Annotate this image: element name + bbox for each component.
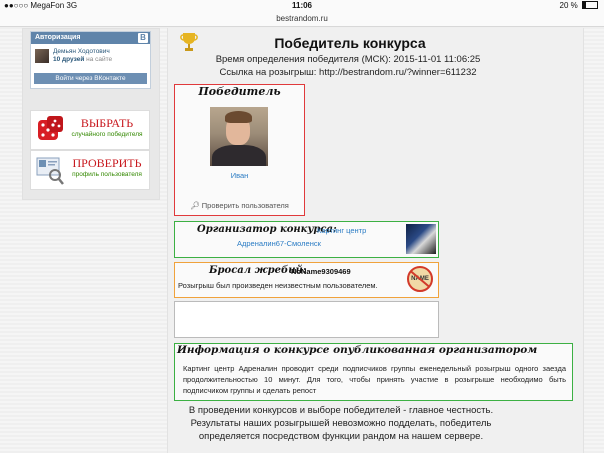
vk-logo-icon: B bbox=[138, 33, 148, 43]
vk-user-row[interactable]: Демьян Ходотович 10 друзей на сайте bbox=[31, 44, 150, 69]
trophy-icon bbox=[180, 33, 198, 51]
check-profile-button[interactable]: ПРОВЕРИТЬ профиль пользователя bbox=[30, 150, 150, 190]
check-button-label: ПРОВЕРИТЬ bbox=[72, 156, 142, 170]
organizer-name-link[interactable]: Картинг центр bbox=[317, 226, 366, 235]
address-bar[interactable]: bestrandom.ru bbox=[0, 12, 604, 27]
footer-line-3: определяется посредством функции рандом … bbox=[198, 431, 484, 442]
url-text: bestrandom.ru bbox=[276, 14, 328, 23]
footer-line-2: Результаты наших розыгрышей невозможно п… bbox=[190, 418, 492, 429]
check-user-label: Проверить пользователя bbox=[201, 201, 289, 210]
empty-panel bbox=[174, 301, 439, 338]
organizer-name-link-line2[interactable]: Адреналин67-Смоленск bbox=[237, 239, 321, 248]
status-bar: ●●○○○ MegaFon 3G 11:06 20 % bbox=[0, 0, 604, 12]
page-title: Победитель конкурса bbox=[274, 35, 426, 51]
winner-time-line: Время определения победителя (МСК): 2015… bbox=[215, 54, 481, 65]
winner-name-link[interactable]: Иван bbox=[175, 171, 304, 180]
magnifier-icon: 🔎︎ bbox=[190, 201, 200, 210]
vk-friends-count: 10 друзей bbox=[53, 56, 85, 63]
vk-friends-suffix: на сайте bbox=[84, 56, 113, 63]
check-button-caption: профиль пользователя bbox=[72, 171, 142, 178]
vk-user-name[interactable]: Демьян Ходотович bbox=[53, 48, 110, 55]
status-time: 11:06 bbox=[291, 1, 313, 10]
no-name-icon: NAME bbox=[407, 266, 433, 292]
vk-friends-info: 10 друзей на сайте bbox=[53, 56, 112, 63]
winner-card: Победитель Иван 🔎︎ Проверить пользовател… bbox=[174, 84, 305, 216]
organizer-box: Организатор конкурса: Картинг центр Адре… bbox=[174, 221, 439, 258]
vk-auth-title: Авторизация bbox=[35, 34, 81, 41]
contest-info-title: Информация о конкурсе опубликованная орг… bbox=[177, 344, 538, 356]
footer-line-1: В проведении конкурсов и выборе победите… bbox=[188, 405, 494, 416]
winner-photo[interactable] bbox=[210, 107, 268, 166]
contest-info-box: Информация о конкурсе опубликованная орг… bbox=[174, 343, 573, 401]
contest-info-text: Картинг центр Адреналин проводит среди п… bbox=[183, 364, 566, 395]
vk-auth-widget: Авторизация B Демьян Ходотович 10 друзей… bbox=[30, 31, 151, 89]
battery-indicator: 20 % bbox=[560, 0, 598, 12]
dice-icon bbox=[38, 116, 63, 140]
profile-check-icon bbox=[36, 157, 64, 185]
draw-link-line: Ссылка на розыгрыш: http://bestrandom.ru… bbox=[219, 67, 477, 78]
avatar[interactable] bbox=[35, 49, 49, 63]
battery-percent: 20 % bbox=[559, 1, 578, 10]
choose-random-winner-button[interactable]: ВЫБРАТЬ случайного победителя bbox=[30, 110, 150, 150]
vk-login-button[interactable]: Войти через ВКонтакте bbox=[34, 73, 147, 84]
thrower-description: Розыгрыш был произведен неизвестным поль… bbox=[178, 281, 378, 290]
choose-button-caption: случайного победителя bbox=[71, 131, 143, 138]
draw-thrower-box: Бросал жребий: NoName9309469 Розыгрыш бы… bbox=[174, 262, 439, 298]
organizer-logo[interactable] bbox=[406, 224, 436, 254]
choose-button-label: ВЫБРАТЬ bbox=[80, 116, 134, 130]
battery-icon bbox=[582, 1, 598, 9]
honesty-footer: В проведении конкурсов и выборе победите… bbox=[176, 404, 506, 443]
organizer-label: Организатор конкурса: bbox=[197, 224, 337, 235]
check-user-link[interactable]: 🔎︎ Проверить пользователя bbox=[175, 201, 304, 210]
winner-heading: Победитель bbox=[198, 85, 281, 98]
thrower-name: NoName9309469 bbox=[291, 267, 351, 276]
vk-auth-header: Авторизация B bbox=[31, 32, 150, 44]
